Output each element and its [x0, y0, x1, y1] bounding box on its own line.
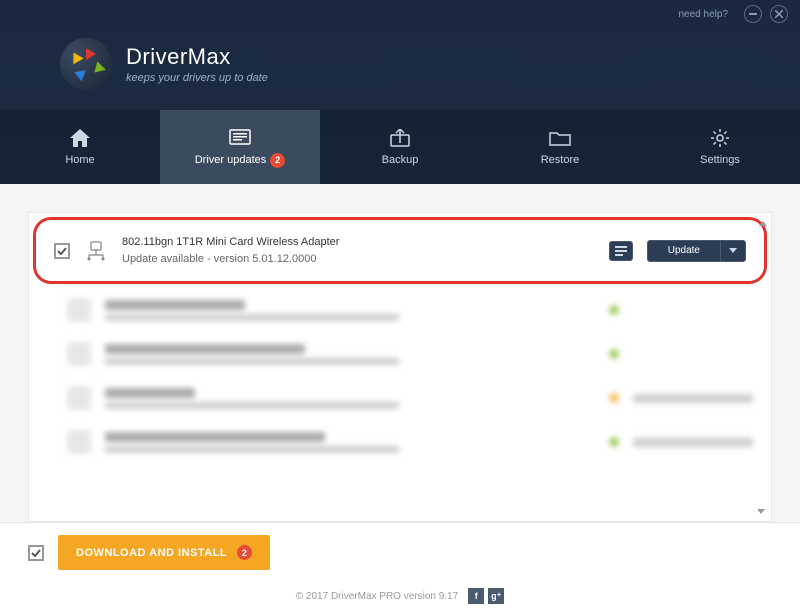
device-text-blurred [105, 388, 595, 409]
check-icon [31, 549, 41, 557]
check-icon [57, 247, 67, 255]
logo-arrows-icon [68, 46, 104, 82]
nav-settings[interactable]: Settings [640, 110, 800, 184]
scroll-down-arrow[interactable] [757, 505, 765, 517]
updates-icon [229, 127, 251, 147]
device-status: Update available - version 5.01.12.0000 [122, 251, 595, 268]
google-plus-link[interactable]: g⁺ [488, 588, 504, 604]
device-list: 802.11bgn 1T1R Mini Card Wireless Adapte… [28, 212, 772, 522]
row-meta-blurred [633, 394, 753, 403]
device-text-blurred [105, 432, 595, 453]
scrollbar[interactable] [757, 217, 769, 517]
minimize-icon [749, 13, 757, 15]
device-icon-blurred [67, 298, 91, 322]
content-area: 802.11bgn 1T1R Mini Card Wireless Adapte… [0, 184, 800, 522]
device-row-blurred [29, 376, 771, 420]
main-nav: Home Driver updates 2 Backup Restore [0, 110, 800, 184]
nav-restore[interactable]: Restore [480, 110, 640, 184]
device-icon-blurred [67, 386, 91, 410]
restore-icon [549, 128, 571, 148]
footer: © 2017 DriverMax PRO version 9.17 f g⁺ [0, 582, 800, 610]
nav-label: Restore [541, 154, 580, 166]
caret-down-icon [757, 509, 765, 514]
update-dropdown-caret[interactable] [720, 241, 745, 261]
blurred-rows [29, 288, 771, 464]
chevron-down-icon [729, 248, 737, 253]
device-icon-blurred [67, 430, 91, 454]
download-badge: 2 [237, 545, 252, 560]
google-plus-icon: g⁺ [491, 591, 501, 602]
status-dot [609, 437, 619, 447]
device-text-blurred [105, 344, 595, 365]
brand-block: DriverMax keeps your drivers up to date [126, 44, 268, 84]
facebook-icon: f [475, 591, 478, 601]
device-row-blurred [29, 420, 771, 464]
device-text-blurred [105, 300, 595, 321]
update-button[interactable]: Update [647, 240, 746, 262]
facebook-link[interactable]: f [468, 588, 484, 604]
device-info: 802.11bgn 1T1R Mini Card Wireless Adapte… [122, 234, 595, 267]
device-details-button[interactable] [609, 241, 633, 261]
home-icon [69, 128, 91, 148]
details-icon [615, 246, 627, 256]
backup-icon [389, 128, 411, 148]
copyright-text: © 2017 DriverMax PRO version 9.17 [296, 591, 458, 602]
device-checkbox[interactable] [54, 243, 70, 259]
device-row-blurred [29, 332, 771, 376]
nav-label: Backup [382, 154, 419, 166]
bottom-bar: DOWNLOAD AND INSTALL 2 [0, 522, 800, 582]
titlebar: need help? [0, 0, 800, 28]
nav-label: Settings [700, 154, 740, 166]
minimize-button[interactable] [744, 5, 762, 23]
nav-label: Home [65, 154, 94, 166]
status-dot [609, 393, 619, 403]
status-dot [609, 305, 619, 315]
nav-backup[interactable]: Backup [320, 110, 480, 184]
scroll-up-arrow[interactable] [757, 217, 769, 229]
brand-tagline: keeps your drivers up to date [126, 72, 268, 84]
app-logo [60, 38, 112, 90]
device-name: 802.11bgn 1T1R Mini Card Wireless Adapte… [122, 234, 595, 251]
close-button[interactable] [770, 5, 788, 23]
nav-label-text: Driver updates [195, 154, 267, 166]
device-row-highlighted: 802.11bgn 1T1R Mini Card Wireless Adapte… [33, 217, 767, 284]
download-install-button[interactable]: DOWNLOAD AND INSTALL 2 [58, 535, 270, 570]
device-row-blurred [29, 288, 771, 332]
network-adapter-icon [84, 239, 108, 263]
updates-badge: 2 [270, 153, 285, 168]
close-icon [775, 10, 783, 18]
select-all-checkbox[interactable] [28, 545, 44, 561]
gear-icon [709, 128, 731, 148]
update-button-label: Update [648, 245, 720, 256]
caret-up-icon [759, 221, 767, 226]
help-link[interactable]: need help? [679, 9, 729, 20]
nav-driver-updates[interactable]: Driver updates 2 [160, 110, 320, 184]
social-links: f g⁺ [468, 588, 504, 604]
nav-home[interactable]: Home [0, 110, 160, 184]
brand-name: DriverMax [126, 44, 268, 70]
download-button-label: DOWNLOAD AND INSTALL [76, 547, 227, 559]
device-icon-blurred [67, 342, 91, 366]
nav-label: Driver updates 2 [195, 153, 286, 168]
app-window: need help? DriverMax keeps your drivers … [0, 0, 800, 560]
header: DriverMax keeps your drivers up to date [0, 28, 800, 110]
status-dot [609, 349, 619, 359]
row-meta-blurred [633, 438, 753, 447]
